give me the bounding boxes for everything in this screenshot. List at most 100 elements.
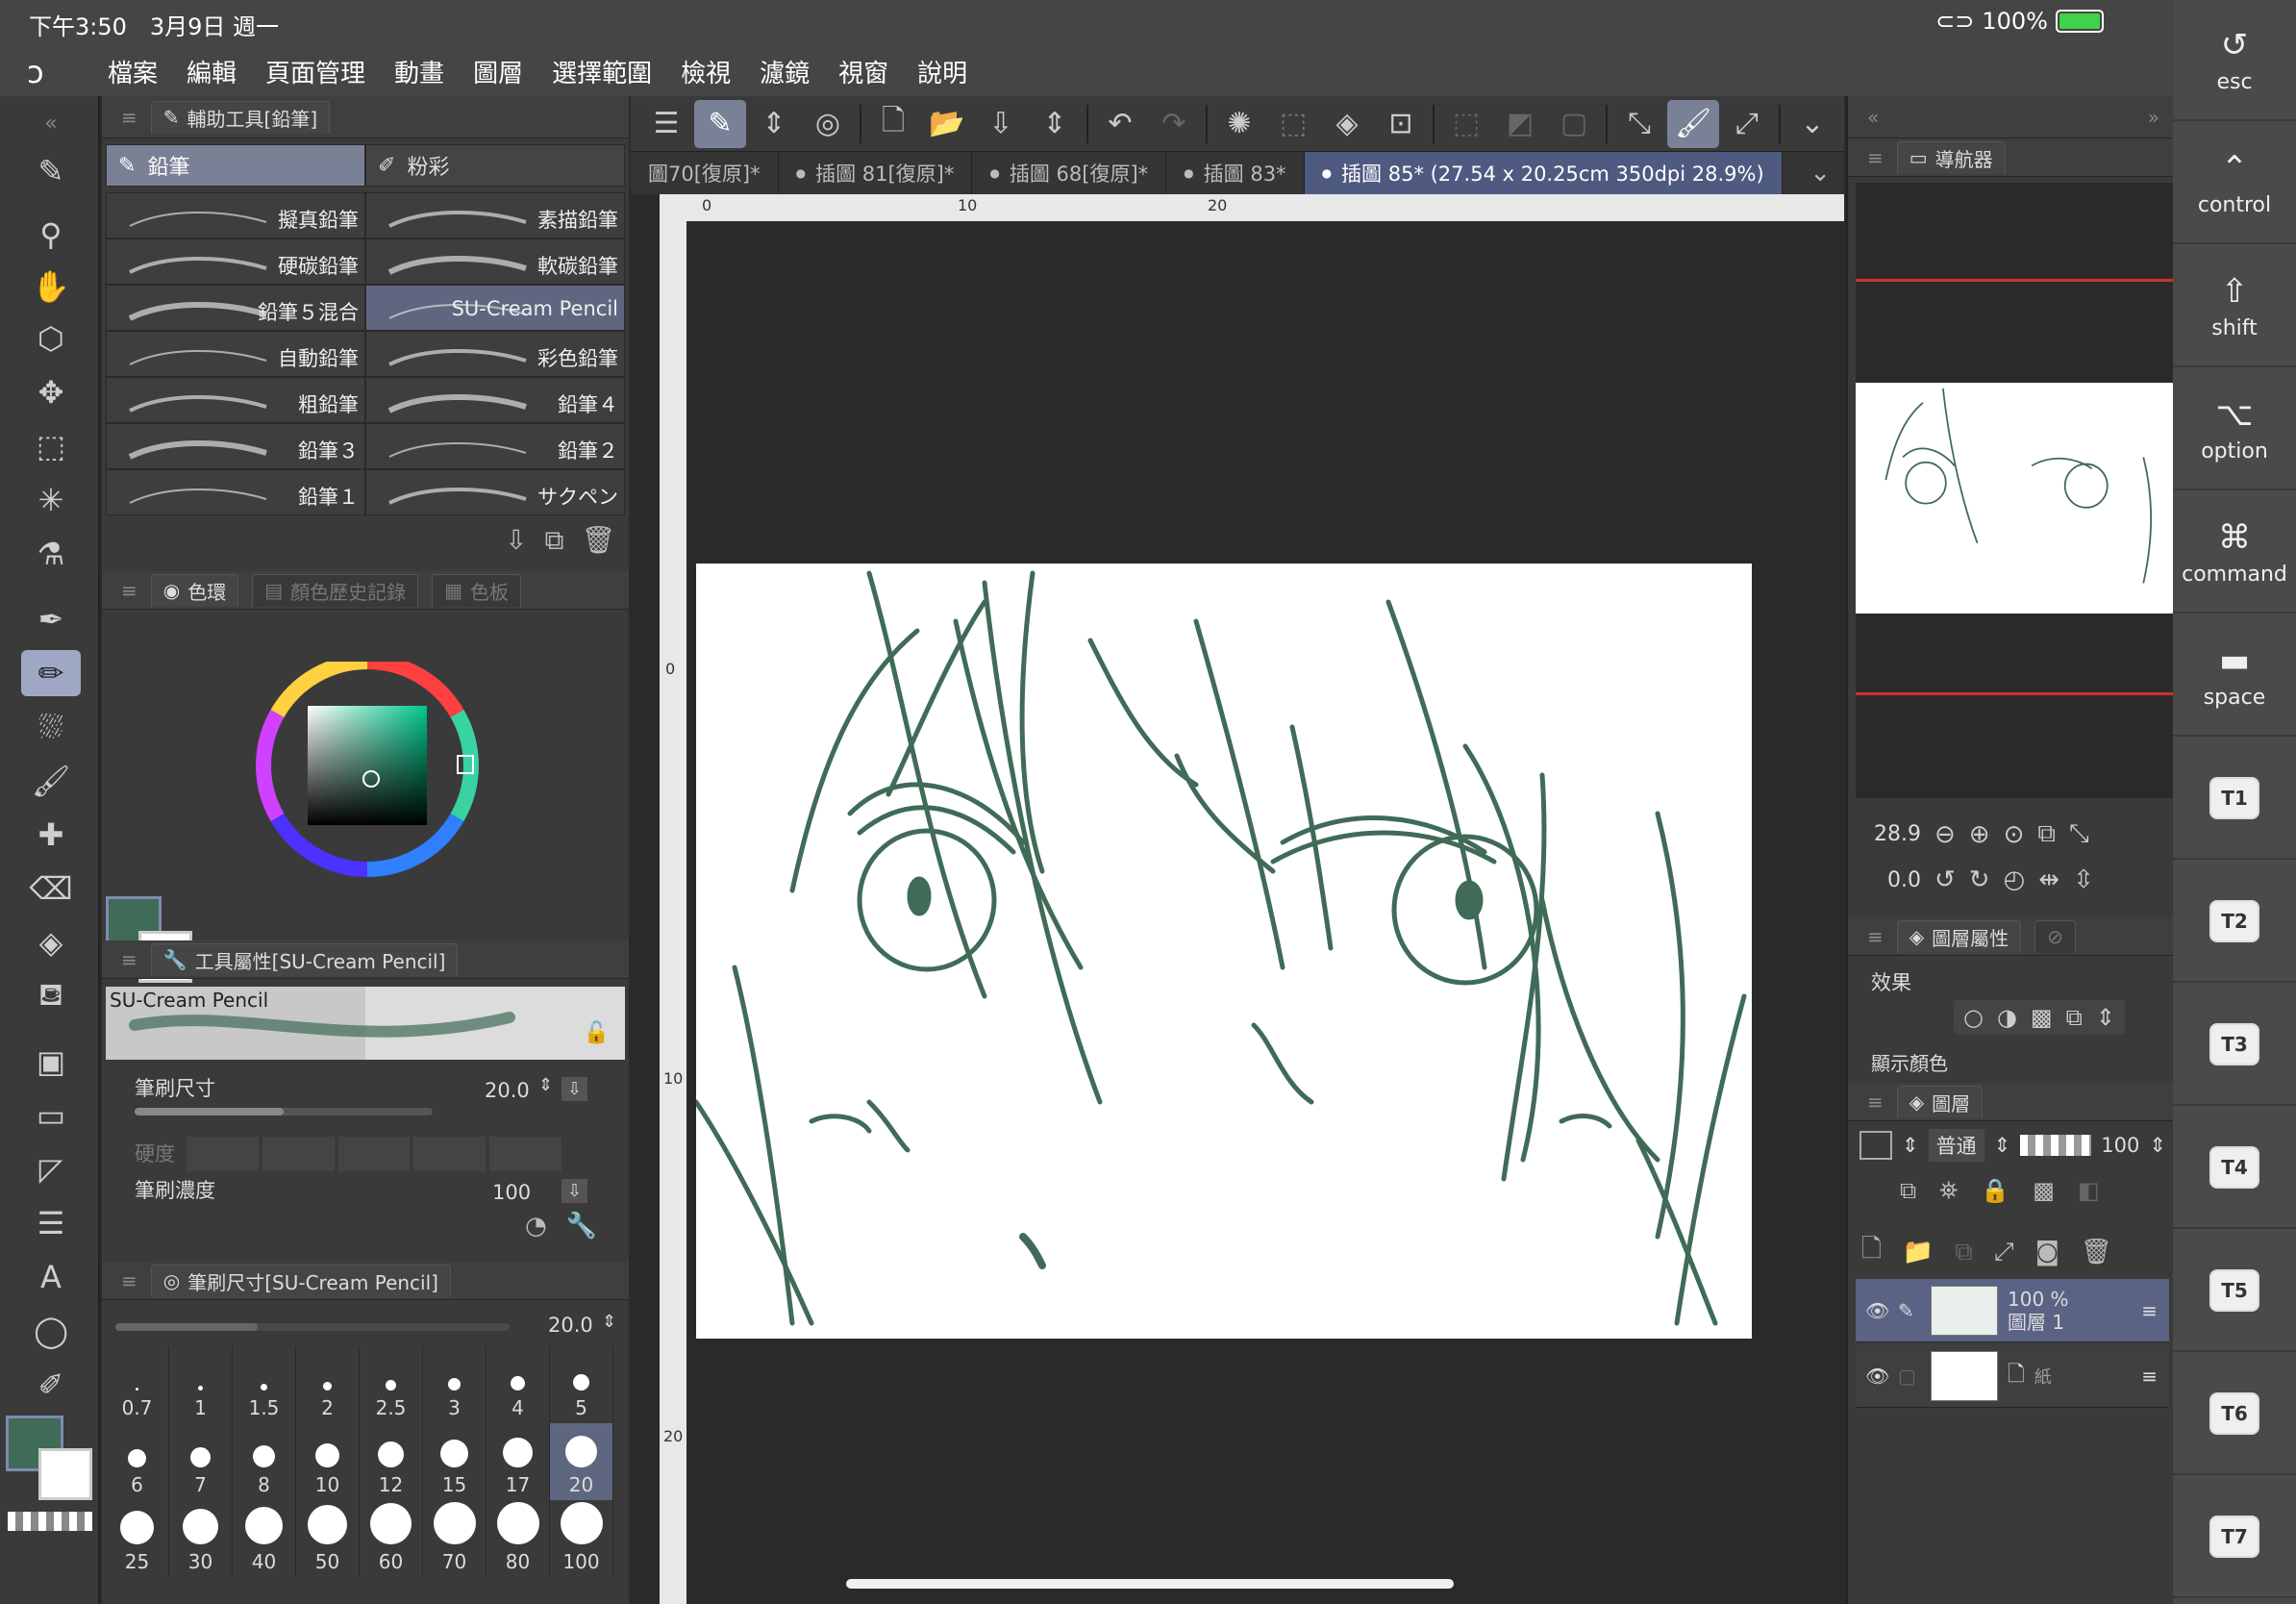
brush-size-preset[interactable]: 17 bbox=[487, 1423, 550, 1500]
brush-item[interactable]: 軟碳鉛筆 bbox=[365, 238, 625, 285]
key-t4[interactable]: T4 bbox=[2173, 1108, 2296, 1229]
eraser-icon[interactable]: ⌫ bbox=[21, 865, 81, 912]
flip-vertical-icon[interactable]: ⇳ bbox=[2073, 865, 2094, 894]
brush-item[interactable]: 鉛筆２ bbox=[365, 423, 625, 469]
magic-wand-icon[interactable]: ✳ bbox=[21, 477, 81, 523]
move-tool-icon[interactable]: ✥ bbox=[21, 369, 81, 415]
key-esc[interactable]: ↺ esc bbox=[2173, 0, 2296, 121]
transparent-swatch[interactable] bbox=[8, 1512, 92, 1531]
layer-row-1[interactable]: 👁 ✎ 100 % 圖層 1 ≡ bbox=[1856, 1279, 2169, 1342]
new-folder-icon[interactable]: 📁 bbox=[1903, 1238, 1934, 1266]
menu-file[interactable]: 檔案 bbox=[108, 54, 158, 89]
sub-color-swatch[interactable] bbox=[38, 1448, 92, 1500]
brush-item[interactable]: 彩色鉛筆 bbox=[365, 331, 625, 377]
spiral-icon[interactable]: ◎ bbox=[802, 100, 854, 148]
panel-menu-icon[interactable]: ≡ bbox=[1867, 1090, 1884, 1114]
layer-clip-icon[interactable] bbox=[1859, 1131, 1892, 1160]
brush-size-preset[interactable]: 1 bbox=[169, 1346, 233, 1423]
brush-mode-icon[interactable]: 🖌 bbox=[1667, 99, 1719, 148]
brush-size-preset[interactable]: 3 bbox=[423, 1346, 487, 1423]
layer-search-tab[interactable]: ⊘ bbox=[2034, 919, 2076, 953]
tab-color-set[interactable]: ▦ 色板 bbox=[432, 573, 522, 607]
clip-lower-icon[interactable]: ⧉ bbox=[1900, 1177, 1916, 1204]
merge-down-icon[interactable]: ⧉ bbox=[1955, 1238, 1973, 1267]
gradient-icon[interactable]: ▣ bbox=[21, 1039, 81, 1085]
actual-size-icon[interactable]: ⤡ bbox=[2069, 819, 2089, 849]
zoom-out-icon[interactable]: ⊖ bbox=[1934, 820, 1956, 849]
stepper-icon[interactable]: ⇕ bbox=[1029, 100, 1081, 148]
app-logo-icon[interactable]: ↄ bbox=[27, 54, 44, 90]
fill-tool-icon[interactable]: ◈ bbox=[21, 919, 81, 965]
brush-size-preset[interactable]: 7 bbox=[169, 1423, 233, 1500]
object-select-icon[interactable]: ⬡ bbox=[21, 315, 81, 362]
brush-item[interactable]: 自動鉛筆 bbox=[106, 331, 365, 377]
layers-tab[interactable]: ◈ 圖層 bbox=[1896, 1085, 1984, 1118]
menu-selection[interactable]: 選擇範圍 bbox=[552, 54, 652, 89]
document-tab[interactable]: ● 插圖 85* (27.54 x 20.25cm 350dpi 28.9%) bbox=[1304, 152, 1783, 194]
panel-menu-icon[interactable]: ≡ bbox=[121, 579, 137, 602]
brush-item[interactable]: 鉛筆４ bbox=[365, 377, 625, 423]
fit-window-icon[interactable]: ⧉ bbox=[2037, 819, 2056, 849]
stepper-icon[interactable]: ⇕ bbox=[1902, 1134, 1919, 1157]
stabilizer-icon[interactable]: ⤡ bbox=[1613, 100, 1665, 148]
brush-size-preset[interactable]: 2.5 bbox=[360, 1346, 423, 1423]
brush-size-preset[interactable]: 20 bbox=[550, 1423, 613, 1500]
correction-icon[interactable]: ✐ bbox=[21, 1362, 81, 1408]
brush-size-preset[interactable]: 80 bbox=[487, 1500, 550, 1577]
brush-size-preset[interactable]: 60 bbox=[360, 1500, 423, 1577]
pen-pressure-icon[interactable]: ⤢ bbox=[1721, 100, 1773, 148]
brush-size-preset[interactable]: 10 bbox=[296, 1423, 360, 1500]
delete-layer-icon[interactable]: 🗑 bbox=[2081, 1238, 2112, 1266]
menu-page[interactable]: 頁面管理 bbox=[265, 54, 365, 89]
trash-icon[interactable]: 🗑 bbox=[581, 524, 615, 557]
pencil-tool-icon[interactable]: ✏ bbox=[21, 650, 81, 696]
eye-icon[interactable]: 👁 bbox=[1865, 1299, 1889, 1322]
lock-icon[interactable]: 🔓 bbox=[584, 1021, 610, 1045]
text-tool-icon[interactable]: A bbox=[21, 1254, 81, 1300]
layer-property-tab[interactable]: ◈ 圖層屬性 bbox=[1896, 919, 2022, 953]
panel-menu-icon[interactable]: ≡ bbox=[121, 948, 137, 971]
expand-right-icon[interactable]: » bbox=[2148, 106, 2159, 129]
key-option[interactable]: ⌥ option bbox=[2173, 369, 2296, 490]
menu-layer[interactable]: 圖層 bbox=[473, 54, 523, 89]
document-tab[interactable]: 圖70[復原]* bbox=[631, 152, 779, 194]
layer-row-paper[interactable]: 👁 ▢ 🗋 紙 ≡ bbox=[1856, 1344, 2169, 1408]
tab-color-history[interactable]: ▤ 顏色歷史記錄 bbox=[252, 573, 419, 607]
brush-size-preset[interactable]: 1.5 bbox=[233, 1346, 296, 1423]
bucket-icon[interactable]: ⛾ bbox=[21, 973, 81, 1019]
collapse-right-icon[interactable]: « bbox=[1867, 106, 1879, 129]
menu-animation[interactable]: 動畫 bbox=[394, 54, 444, 89]
zoom-in-icon[interactable]: ⊕ bbox=[1969, 820, 1990, 849]
brush-item[interactable]: 鉛筆１ bbox=[106, 469, 365, 515]
opacity-bar[interactable] bbox=[2020, 1135, 2092, 1156]
rotate-right-icon[interactable]: ↻ bbox=[1969, 865, 1990, 894]
new-raster-layer-icon[interactable]: 🗋 bbox=[1861, 1231, 1882, 1273]
brush-size-preset[interactable]: 6 bbox=[106, 1423, 169, 1500]
brush-size-preset[interactable]: 15 bbox=[423, 1423, 487, 1500]
brush-size-preset[interactable]: 30 bbox=[169, 1500, 233, 1577]
stepper-icon[interactable]: ⇕ bbox=[2096, 1004, 2115, 1031]
brush-item[interactable]: 素描鉛筆 bbox=[365, 192, 625, 238]
settings-wrench-icon[interactable]: 🔧 bbox=[566, 1212, 597, 1241]
rectangle-icon[interactable]: ▭ bbox=[21, 1092, 81, 1139]
eye-icon[interactable]: 👁 bbox=[1865, 1365, 1889, 1388]
key-t3[interactable]: T3 bbox=[2173, 985, 2296, 1106]
navigator-thumbnail[interactable] bbox=[1856, 383, 2173, 614]
brush-item[interactable]: 鉛筆５混合 bbox=[106, 285, 365, 331]
hardness-steps[interactable] bbox=[187, 1137, 562, 1171]
document-tab[interactable]: ● 插圖 81[復原]* bbox=[779, 152, 973, 194]
brush-size-preset[interactable]: 100 bbox=[550, 1500, 613, 1577]
brush-item[interactable]: 粗鉛筆 bbox=[106, 377, 365, 423]
key-t7[interactable]: T7 bbox=[2173, 1477, 2296, 1598]
key-shift[interactable]: ⇧ shift bbox=[2173, 246, 2296, 367]
tool-property-tab[interactable]: 🔧 工具屬性[SU-Cream Pencil] bbox=[150, 942, 459, 976]
brush-item[interactable]: 擬真鉛筆 bbox=[106, 192, 365, 238]
marquee-tool-icon[interactable]: ⬚ bbox=[21, 423, 81, 469]
brush-tool-icon[interactable]: 🖌 bbox=[21, 758, 81, 804]
group-pastel[interactable]: ✐ 粉彩 bbox=[365, 144, 625, 187]
invert-selection-icon[interactable]: ◩ bbox=[1494, 100, 1546, 148]
group-pencil[interactable]: ✎ 鉛筆 bbox=[106, 144, 365, 187]
key-space[interactable]: ▬ space bbox=[2173, 615, 2296, 737]
frame-tool-icon[interactable]: ◸ bbox=[21, 1146, 81, 1192]
panel-menu-icon[interactable]: ≡ bbox=[121, 106, 137, 129]
